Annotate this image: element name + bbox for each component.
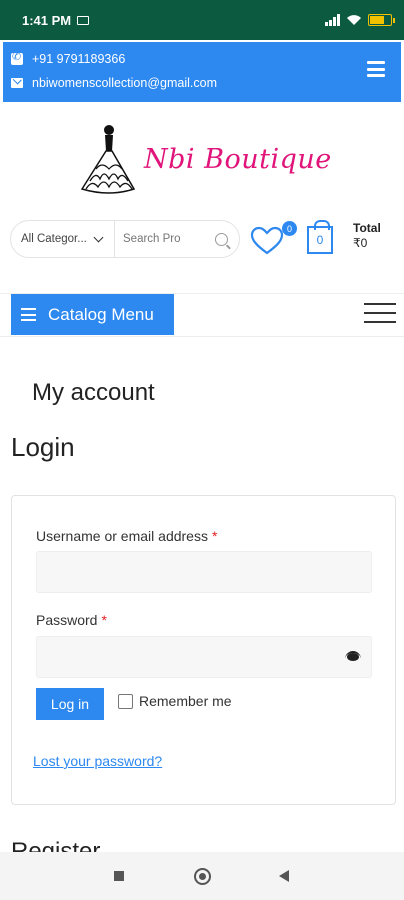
product-search: All Categor...	[10, 220, 240, 258]
status-icons	[325, 14, 395, 26]
mail-icon	[11, 78, 23, 88]
wifi-icon	[347, 15, 361, 25]
divider	[0, 336, 404, 337]
catalog-menu-button[interactable]: Catalog Menu	[11, 294, 174, 335]
laptop-icon	[77, 15, 90, 25]
signal-icon	[325, 14, 340, 26]
lost-password-link[interactable]: Lost your password?	[33, 753, 162, 769]
category-select[interactable]: All Categor...	[11, 221, 115, 257]
password-field[interactable]	[36, 636, 372, 678]
username-field[interactable]	[36, 551, 372, 593]
remember-me[interactable]: Remember me	[118, 693, 232, 709]
remember-me-label: Remember me	[139, 693, 232, 709]
search-input[interactable]	[123, 233, 209, 245]
phone-icon	[11, 50, 23, 65]
cart-count: 0	[316, 233, 324, 247]
email-address[interactable]: nbiwomenscollection@gmail.com	[32, 76, 217, 90]
show-password-eye-icon[interactable]	[345, 651, 361, 661]
home-icon[interactable]	[194, 868, 211, 885]
search-icon[interactable]	[215, 232, 228, 246]
chevron-down-icon	[93, 232, 104, 243]
phone-number[interactable]: +91 9791189366	[32, 52, 125, 66]
phone-row[interactable]: +91 9791189366	[11, 50, 125, 66]
catalog-menu-label: Catalog Menu	[48, 304, 154, 324]
category-label: All Categor...	[21, 233, 87, 245]
top-menu-icon[interactable]	[367, 61, 385, 77]
register-heading: Register	[11, 838, 101, 852]
login-heading: Login	[11, 432, 75, 462]
page-title: My account	[32, 379, 155, 406]
email-row[interactable]: nbiwomenscollection@gmail.com	[11, 76, 217, 90]
cart-total-value: ₹0	[353, 236, 368, 250]
wishlist-count-badge: 0	[282, 221, 297, 236]
recents-icon[interactable]	[114, 871, 124, 881]
wishlist-heart-icon[interactable]	[250, 226, 284, 256]
cart-icon[interactable]: 0	[307, 220, 333, 254]
battery-icon	[368, 14, 395, 26]
brand-name: Nbi Boutique	[144, 143, 332, 175]
back-icon[interactable]	[279, 870, 289, 882]
cart-total[interactable]: Total ₹0	[353, 221, 381, 251]
contact-bar: +91 9791189366 nbiwomenscollection@gmail…	[3, 42, 401, 102]
login-button[interactable]: Log in	[36, 688, 104, 720]
status-bar: 1:41 PM	[0, 0, 404, 40]
required-mark: *	[211, 528, 218, 544]
required-mark: *	[101, 612, 107, 628]
menu-icon	[21, 308, 36, 321]
hamburger-icon[interactable]	[364, 303, 396, 323]
password-label: Password *	[36, 612, 107, 628]
remember-me-checkbox[interactable]	[118, 693, 133, 709]
site-logo[interactable]: Nbi Boutique	[76, 120, 338, 198]
dress-logo-icon	[80, 125, 136, 194]
status-time: 1:41 PM	[22, 12, 72, 28]
system-nav-bar	[0, 852, 404, 900]
username-label: Username or email address *	[36, 528, 218, 544]
login-form: Username or email address * Password * Log…	[11, 495, 396, 805]
cart-total-label: Total	[353, 221, 381, 235]
